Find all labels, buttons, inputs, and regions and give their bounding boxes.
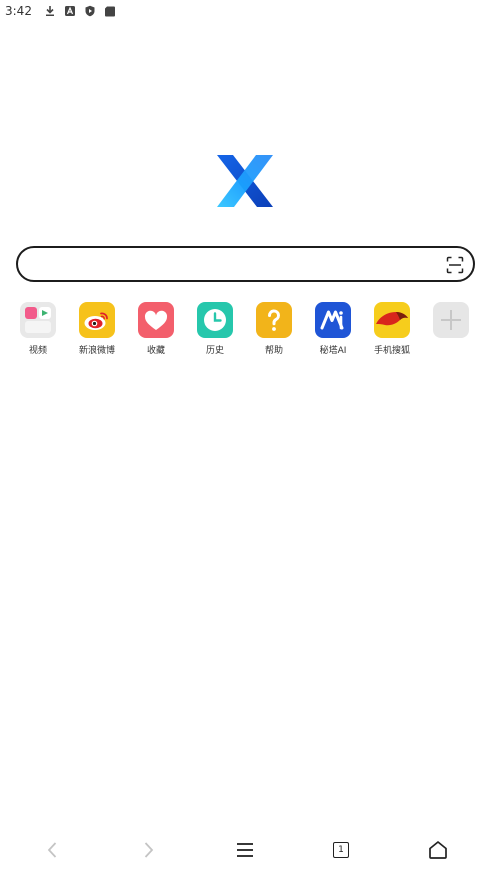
clock-icon [197,302,233,338]
a-badge-icon [64,6,75,16]
video-folder-icon [20,302,56,338]
shield-play-icon [85,5,95,17]
shortcut-grid: 视频 新浪微博 收藏 历史 帮助 秘塔AI 手机搜狐 [0,302,491,362]
question-icon [256,302,292,338]
status-time: 3:42 [5,4,32,18]
shortcut-favorites[interactable]: 收藏 [126,302,186,358]
tabs-button[interactable]: 1 [329,838,353,862]
shortcut-label: 帮助 [264,346,283,356]
forward-button[interactable] [136,838,160,862]
scan-icon[interactable] [446,256,464,274]
sohu-icon [374,302,410,338]
menu-icon [237,843,253,857]
metaso-icon [315,302,351,338]
shortcut-weibo[interactable]: 新浪微博 [67,302,127,358]
shortcut-history[interactable]: 历史 [185,302,245,358]
heart-icon [138,302,174,338]
weibo-icon [79,302,115,338]
shortcut-help[interactable]: 帮助 [244,302,304,358]
back-button[interactable] [41,838,65,862]
shortcut-label: 视频 [28,346,47,356]
shortcut-label: 手机搜狐 [373,346,410,356]
shortcut-add[interactable] [421,302,481,358]
shortcut-label: 历史 [205,346,224,356]
shortcut-label: 新浪微博 [78,346,115,356]
shortcut-label: 秘塔AI [319,346,347,356]
back-icon [47,842,57,858]
add-icon [433,302,469,338]
tabs-icon: 1 [333,842,349,858]
bottom-nav: 1 [0,828,491,872]
download-icon [45,6,54,16]
sd-card-icon [104,6,115,17]
search-input[interactable] [16,246,475,282]
status-bar: 3:42 [0,0,491,22]
shortcut-video[interactable]: 视频 [8,302,68,358]
shortcut-metaso[interactable]: 秘塔AI [303,302,363,358]
home-icon [429,841,447,859]
forward-icon [144,842,154,858]
menu-button[interactable] [233,838,257,862]
shortcut-label: 收藏 [146,346,165,356]
tab-count: 1 [338,844,344,855]
xbrowser-logo [217,155,273,207]
home-button[interactable] [426,838,450,862]
shortcut-sohu[interactable]: 手机搜狐 [362,302,422,358]
